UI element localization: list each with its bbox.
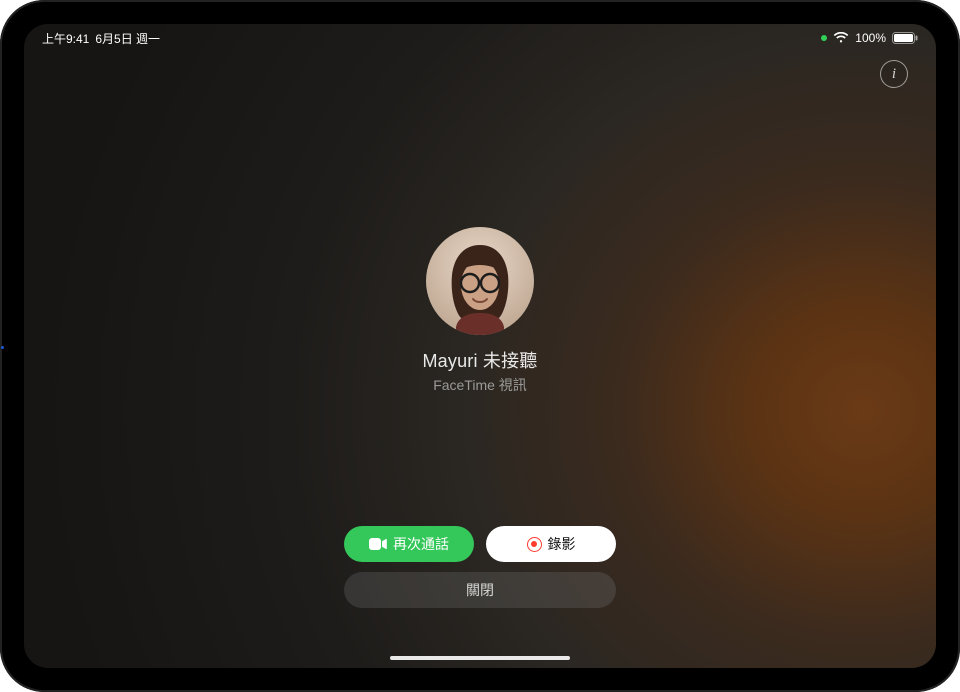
camera-in-use-icon	[821, 35, 827, 41]
ipad-frame: 上午9:41 6月5日 週一 100% i	[0, 0, 960, 692]
battery-percent: 100%	[855, 31, 886, 45]
record-icon	[527, 537, 542, 552]
record-label: 錄影	[548, 534, 576, 554]
call-again-button[interactable]: 再次通話	[344, 526, 474, 562]
contact-avatar	[426, 227, 534, 335]
status-bar: 上午9:41 6月5日 週一 100%	[24, 28, 936, 48]
wifi-icon	[833, 32, 849, 44]
record-button[interactable]: 錄影	[486, 526, 616, 562]
camera-indicator-dot	[1, 346, 4, 349]
status-date: 6月5日 週一	[95, 30, 160, 47]
status-time: 上午9:41	[42, 30, 89, 47]
primary-button-row: 再次通話 錄影	[344, 526, 616, 562]
action-buttons: 再次通話 錄影 關閉	[24, 526, 936, 608]
call-status-title: Mayuri 未接聽	[422, 347, 537, 373]
screen: 上午9:41 6月5日 週一 100% i	[24, 24, 936, 668]
call-again-label: 再次通話	[393, 534, 449, 554]
status-right: 100%	[821, 31, 918, 45]
call-type-subtitle: FaceTime 視訊	[433, 375, 527, 395]
close-button[interactable]: 關閉	[344, 572, 616, 608]
info-icon: i	[892, 66, 896, 83]
status-left: 上午9:41 6月5日 週一	[42, 30, 160, 47]
close-label: 關閉	[466, 580, 494, 600]
home-indicator[interactable]	[390, 656, 570, 660]
video-icon	[369, 538, 387, 550]
info-button[interactable]: i	[880, 60, 908, 88]
call-summary: Mayuri 未接聽 FaceTime 視訊	[24, 227, 936, 395]
battery-icon	[892, 32, 918, 44]
